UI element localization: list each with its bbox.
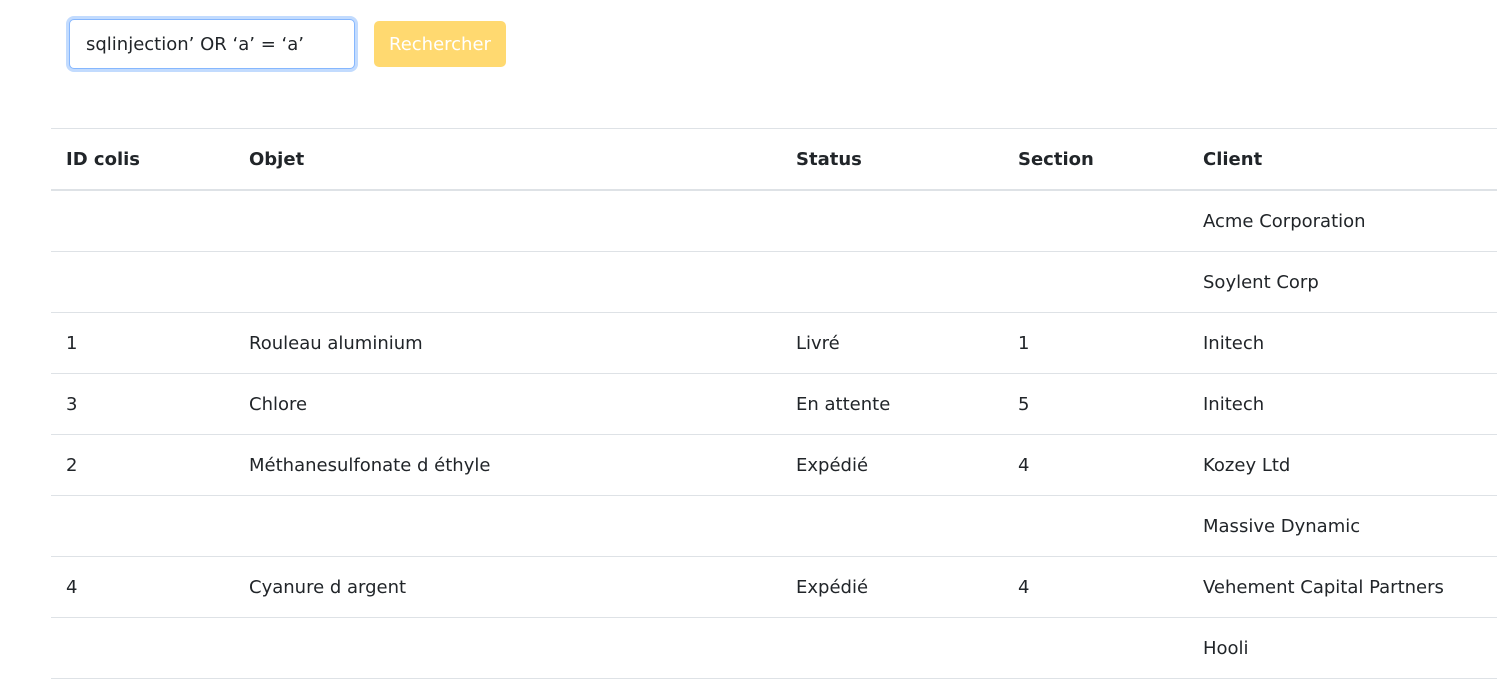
cell-section: 4 <box>1003 434 1188 496</box>
cell-status <box>781 190 1003 252</box>
cell-section <box>1003 190 1188 252</box>
cell-objet: Méthanesulfonate d éthyle <box>234 434 781 496</box>
table-row: Acme Corporation <box>51 190 1497 252</box>
cell-id: 1 <box>51 312 234 374</box>
cell-id: 2 <box>51 434 234 496</box>
table-row: Soylent Corp <box>51 251 1497 313</box>
cell-section: 1 <box>1003 312 1188 374</box>
cell-id <box>51 251 234 313</box>
header-objet: Objet <box>234 128 781 191</box>
cell-objet <box>234 251 781 313</box>
cell-section: 4 <box>1003 556 1188 618</box>
cell-status <box>781 251 1003 313</box>
table-body: Acme Corporation Soylent Corp 1 Rouleau … <box>51 190 1497 679</box>
cell-client: Acme Corporation <box>1188 190 1497 252</box>
cell-status: En attente <box>781 373 1003 435</box>
table-row: 3 Chlore En attente 5 Initech <box>51 373 1497 435</box>
header-status: Status <box>781 128 1003 191</box>
cell-objet: Rouleau aluminium <box>234 312 781 374</box>
cell-status <box>781 495 1003 557</box>
cell-id: 4 <box>51 556 234 618</box>
header-section: Section <box>1003 128 1188 191</box>
table-row: 2 Méthanesulfonate d éthyle Expédié 4 Ko… <box>51 434 1497 496</box>
cell-id <box>51 617 234 679</box>
cell-client: Hooli <box>1188 617 1497 679</box>
cell-objet: Chlore <box>234 373 781 435</box>
cell-client: Kozey Ltd <box>1188 434 1497 496</box>
cell-status: Expédié <box>781 434 1003 496</box>
cell-client: Massive Dynamic <box>1188 495 1497 557</box>
cell-id <box>51 495 234 557</box>
cell-section <box>1003 251 1188 313</box>
cell-status: Expédié <box>781 556 1003 618</box>
header-id-colis: ID colis <box>51 128 234 191</box>
cell-status: Livré <box>781 312 1003 374</box>
cell-client: Initech <box>1188 312 1497 374</box>
cell-section <box>1003 617 1188 679</box>
cell-objet: Cyanure d argent <box>234 556 781 618</box>
cell-id <box>51 190 234 252</box>
cell-section: 5 <box>1003 373 1188 435</box>
cell-client: Vehement Capital Partners <box>1188 556 1497 618</box>
search-bar: Rechercher <box>69 19 506 69</box>
page: Rechercher ID colis Objet Status Section… <box>0 0 1497 681</box>
table-row: 4 Cyanure d argent Expédié 4 Vehement Ca… <box>51 556 1497 618</box>
cell-objet <box>234 617 781 679</box>
table-row: 1 Rouleau aluminium Livré 1 Initech <box>51 312 1497 374</box>
cell-objet <box>234 190 781 252</box>
cell-section <box>1003 495 1188 557</box>
cell-status <box>781 617 1003 679</box>
cell-client: Soylent Corp <box>1188 251 1497 313</box>
search-button[interactable]: Rechercher <box>374 21 506 67</box>
cell-objet <box>234 495 781 557</box>
results-table: ID colis Objet Status Section Client Acm… <box>51 128 1497 679</box>
cell-id: 3 <box>51 373 234 435</box>
table-row: Massive Dynamic <box>51 495 1497 557</box>
search-input[interactable] <box>69 19 355 69</box>
table-header: ID colis Objet Status Section Client <box>51 128 1497 191</box>
header-row: ID colis Objet Status Section Client <box>51 128 1497 191</box>
table-row: Hooli <box>51 617 1497 679</box>
cell-client: Initech <box>1188 373 1497 435</box>
header-client: Client <box>1188 128 1497 191</box>
